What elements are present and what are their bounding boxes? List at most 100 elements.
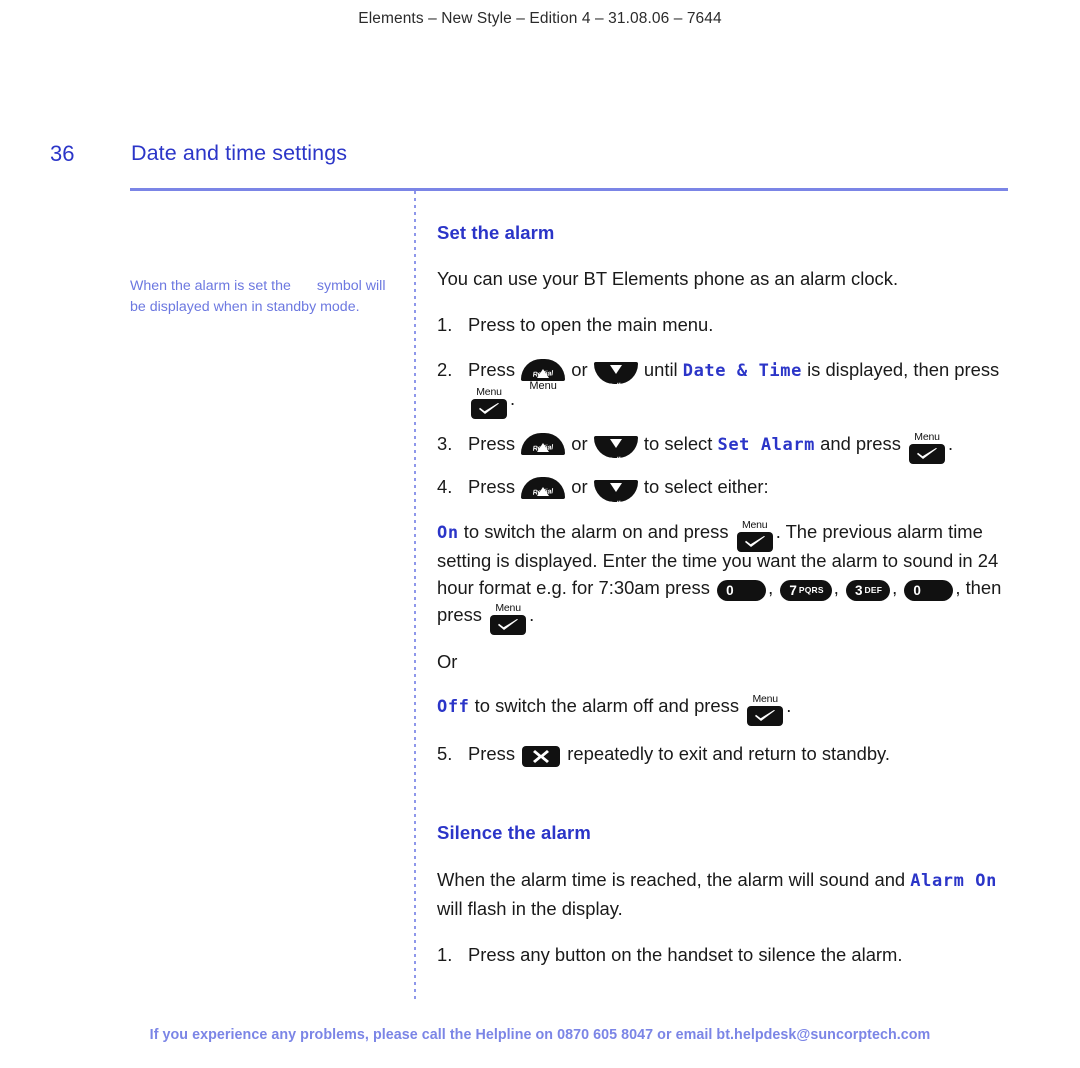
step-2: 2. Press Redial Menu or Calls until Date… <box>437 356 1012 420</box>
check-icon <box>744 535 765 547</box>
calls-key-label: Calls <box>607 382 625 391</box>
step-3-text-or: or <box>571 432 588 454</box>
step-5-text-b: repeatedly to exit and return to standby… <box>567 742 890 764</box>
check-icon <box>917 447 938 459</box>
step-1: 1. Press to open the main menu. <box>437 311 1012 340</box>
key-7-icon[interactable]: 7 PQRS <box>780 580 832 602</box>
on-option-comma2: , <box>833 576 839 598</box>
on-option-text-end: . <box>529 603 535 625</box>
key-0-icon[interactable]: 0 <box>904 580 954 602</box>
step-1-number: 1. <box>437 314 453 335</box>
lcd-date-and-time: Date & Time <box>682 360 802 381</box>
lcd-on: On <box>437 522 459 543</box>
calls-down-key-icon[interactable]: Calls <box>593 479 638 508</box>
menu-confirm-key-icon[interactable]: Menu <box>488 601 528 637</box>
step-4-text-or: or <box>571 476 588 497</box>
calls-down-key-icon[interactable]: Calls <box>593 362 638 391</box>
on-option-comma1: , <box>768 576 774 598</box>
key-0-icon[interactable]: 0 <box>717 580 767 602</box>
header-rule <box>130 188 1008 191</box>
step-2-number: 2. <box>437 358 453 380</box>
step-2-text-or: or <box>571 358 588 380</box>
heading-silence-the-alarm: Silence the alarm <box>437 822 591 844</box>
key-7-digit: 7 <box>789 583 797 599</box>
redial-up-key-icon[interactable]: Redial Menu <box>521 359 566 393</box>
footer-helpline: If you experience any problems, please c… <box>149 1027 931 1043</box>
step-4-text-a: Press <box>468 476 516 497</box>
close-icon <box>533 750 550 764</box>
set-alarm-intro: You can use your BT Elements phone as an… <box>437 268 899 289</box>
key-7-letters: PQRS <box>798 585 824 596</box>
step-5: 5. Press repeatedly to exit and return t… <box>437 740 1012 769</box>
silence-step-1-text: Press any button on the handset to silen… <box>468 944 903 966</box>
step-3-text-c: and press <box>820 432 901 454</box>
lcd-alarm-on: Alarm On <box>910 871 997 892</box>
step-5-number: 5. <box>437 742 453 764</box>
side-note-line1b: symbol <box>316 278 362 294</box>
side-note: When the alarm is set the symbol will be … <box>130 276 402 317</box>
menu-key-label: Menu <box>914 430 940 443</box>
redial-key-sublabel: Menu <box>529 380 557 393</box>
key-0-digit: 0 <box>726 583 734 599</box>
menu-key-label: Menu <box>752 692 778 705</box>
step-1-text-a: Press <box>468 314 516 335</box>
silence-alarm-text-a: When the alarm time is reached, the alar… <box>437 869 906 891</box>
or-word: Or <box>437 650 458 672</box>
running-head: Elements – New Style – Edition 4 – 31.08… <box>358 10 722 27</box>
menu-key-label: Menu <box>476 386 502 399</box>
step-3-text-a: Press <box>468 432 516 454</box>
lcd-off: Off <box>437 696 470 717</box>
page-title: Date and time settings <box>131 141 348 165</box>
step-4: 4. Press Redial or Calls to select eithe… <box>437 473 1012 508</box>
step-2-text-c: is displayed, then press <box>807 358 1000 380</box>
off-option-text-end: . <box>786 694 792 716</box>
on-option-paragraph: On to switch the alarm on and press Menu… <box>437 518 1012 635</box>
silence-alarm-text-b: will flash in the display. <box>437 898 623 920</box>
check-icon <box>479 403 499 415</box>
calls-down-key-icon[interactable]: Calls <box>593 436 638 465</box>
key-3-letters: DEF <box>864 585 883 596</box>
step-3-text-b: to select <box>643 432 713 454</box>
heading-set-the-alarm: Set the alarm <box>437 222 555 243</box>
check-icon <box>498 618 519 630</box>
step-3-number: 3. <box>437 432 453 454</box>
silence-alarm-paragraph: When the alarm time is reached, the alar… <box>437 866 1012 922</box>
page-number: 36 <box>50 141 75 166</box>
menu-key-label: Menu <box>741 518 768 531</box>
silence-step-1: 1. Press any button on the handset to si… <box>437 941 1012 970</box>
step-4-number: 4. <box>437 476 453 497</box>
menu-confirm-key-icon[interactable]: Menu <box>735 518 775 554</box>
column-divider <box>414 191 416 999</box>
side-note-line1a: When the alarm is set the <box>130 278 291 294</box>
key-3-digit: 3 <box>854 583 863 599</box>
step-3: 3. Press Redial or Calls to select Set A… <box>437 430 1012 465</box>
step-4-text-b: to select either: <box>643 476 769 497</box>
lcd-set-alarm: Set Alarm <box>717 434 816 455</box>
side-note-line3: standby mode. <box>266 298 360 315</box>
menu-confirm-key-icon[interactable]: Menu <box>469 386 509 421</box>
check-icon <box>755 709 776 721</box>
menu-key-label: Menu <box>495 601 521 614</box>
step-2-text-end: . <box>510 388 516 409</box>
key-0-digit: 0 <box>913 583 921 599</box>
off-option-paragraph: Off to switch the alarm off and press Me… <box>437 692 1012 726</box>
step-3-text-end: . <box>948 432 954 454</box>
redial-up-key-icon[interactable]: Redial <box>521 433 566 465</box>
redial-up-key-icon[interactable]: Redial <box>521 476 566 509</box>
menu-confirm-key-icon[interactable]: Menu <box>745 692 785 728</box>
calls-key-label: Calls <box>607 500 625 509</box>
step-1-text-b: to open the main menu. <box>520 314 714 335</box>
silence-step-1-number: 1. <box>437 944 453 966</box>
cancel-key-icon[interactable] <box>522 746 561 768</box>
step-2-text-b: until <box>643 358 678 380</box>
key-3-icon[interactable]: 3 DEF <box>845 580 891 602</box>
alarm-symbol-icon <box>291 280 317 292</box>
main-content: Set the alarm You can use your BT Elemen… <box>437 222 1012 970</box>
menu-confirm-key-icon[interactable]: Menu <box>907 430 947 466</box>
step-2-text-a: Press <box>468 358 516 380</box>
on-option-comma3: , <box>892 576 898 598</box>
step-5-text-a: Press <box>468 742 516 764</box>
off-option-text-a: to switch the alarm off and press <box>474 694 740 716</box>
on-option-text-a: to switch the alarm on and press <box>463 520 729 542</box>
page-title-row: 36 Date and time settings <box>0 141 1080 175</box>
